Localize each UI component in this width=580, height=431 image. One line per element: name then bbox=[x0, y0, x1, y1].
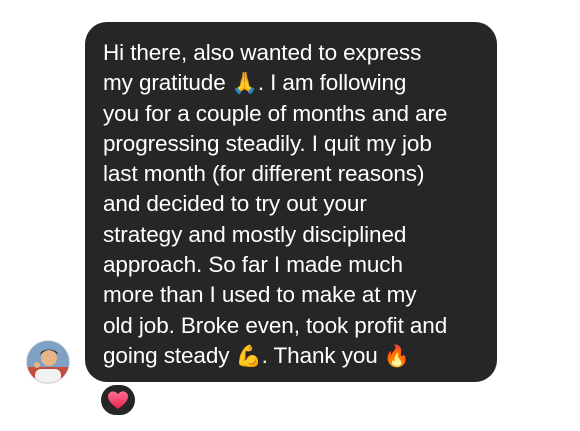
message-text: going steady bbox=[103, 342, 236, 368]
message-line: going steady 💪. Thank you 🔥 bbox=[103, 341, 483, 371]
chat-view: Hi there, also wanted to express my grat… bbox=[0, 0, 580, 431]
flexed-biceps-emoji-icon: 💪 bbox=[235, 343, 262, 368]
message-line: you for a couple of months and are bbox=[103, 100, 448, 126]
message-line: progressing steadily. I quit my job bbox=[103, 130, 432, 156]
message-line: last month (for different reasons) bbox=[103, 161, 425, 187]
avatar[interactable] bbox=[27, 341, 69, 383]
message-bubble[interactable]: Hi there, also wanted to express my grat… bbox=[85, 22, 497, 382]
message-line: strategy and mostly disciplined bbox=[103, 221, 407, 247]
message-line: more than I used to make at my bbox=[103, 282, 417, 308]
message-line: approach. So far I made much bbox=[103, 252, 403, 278]
avatar-image bbox=[27, 341, 69, 383]
message-line: my gratitude 🙏. I am following bbox=[103, 68, 483, 98]
message-text: my gratitude bbox=[103, 70, 232, 96]
folded-hands-emoji-icon: 🙏 bbox=[231, 71, 258, 96]
reaction-badge[interactable] bbox=[98, 382, 138, 418]
message-line: Hi there, also wanted to express bbox=[103, 40, 422, 65]
heart-icon bbox=[108, 391, 128, 410]
message-text: . Thank you bbox=[261, 342, 384, 368]
fire-emoji-icon: 🔥 bbox=[383, 343, 410, 368]
message-line: old job. Broke even, took profit and bbox=[103, 312, 448, 338]
message-line: and decided to try out your bbox=[103, 191, 367, 217]
message-text: . I am following bbox=[257, 70, 407, 96]
